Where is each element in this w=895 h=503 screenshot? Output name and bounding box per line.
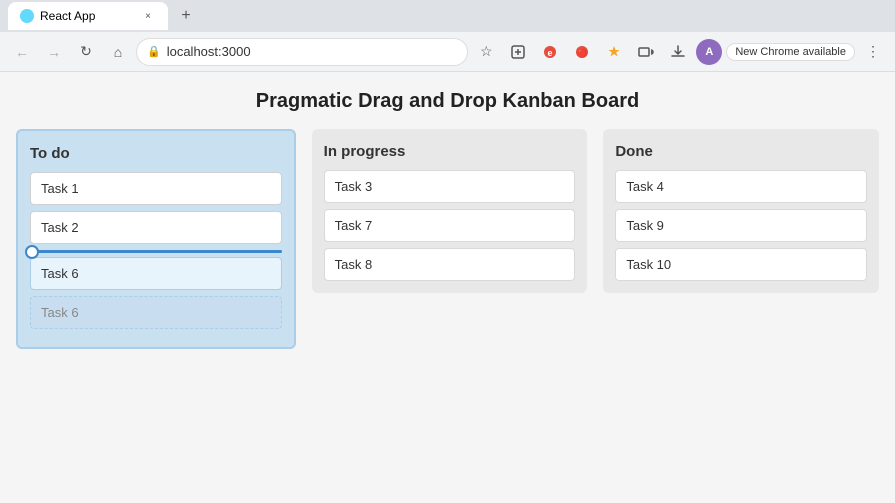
list-item[interactable]: Task 6 (30, 257, 282, 290)
more-options-icon[interactable]: ⋮ (859, 38, 887, 66)
address-text: localhost:3000 (167, 44, 251, 59)
list-item[interactable]: Task 2 (30, 211, 282, 244)
kanban-board: To do Task 1 Task 2 Task 6 Task 6 (0, 129, 895, 365)
task-card-ghost: Task 6 (30, 296, 282, 329)
column-done: Done Task 4 Task 9 Task 10 (603, 129, 879, 293)
svg-text:🔴: 🔴 (577, 48, 587, 58)
download-icon[interactable] (664, 38, 692, 66)
tab-bar: React App × + (0, 0, 895, 32)
list-item[interactable]: Task 4 (615, 170, 867, 203)
list-item[interactable]: Task 1 (30, 172, 282, 205)
column-inprogress-title: In progress (324, 143, 576, 160)
chrome-available-banner[interactable]: New Chrome available (726, 43, 855, 61)
tab-label: React App (40, 9, 95, 23)
browser-toolbar: ← → ↻ ⌂ 🔒 localhost:3000 ☆ e 🔴 (0, 32, 895, 72)
list-item[interactable]: Task 9 (615, 209, 867, 242)
extension-icon4[interactable] (600, 38, 628, 66)
profile-avatar[interactable]: A (696, 39, 722, 65)
extension-icon2[interactable]: e (536, 38, 564, 66)
active-tab[interactable]: React App × (8, 2, 168, 30)
reload-button[interactable]: ↻ (72, 38, 100, 66)
column-inprogress: In progress Task 3 Task 7 Task 8 (312, 129, 588, 293)
address-bar[interactable]: 🔒 localhost:3000 (136, 38, 468, 66)
forward-button[interactable]: → (40, 38, 68, 66)
page-title: Pragmatic Drag and Drop Kanban Board (0, 72, 895, 129)
list-item[interactable]: Task 10 (615, 248, 867, 281)
extension-icon1[interactable] (504, 38, 532, 66)
back-button[interactable]: ← (8, 38, 36, 66)
new-tab-button[interactable]: + (172, 2, 200, 30)
home-button[interactable]: ⌂ (104, 38, 132, 66)
toolbar-right: ☆ e 🔴 A New Chrome available ⋮ (472, 38, 887, 66)
column-done-title: Done (615, 143, 867, 160)
drop-indicator (30, 250, 282, 253)
list-item[interactable]: Task 8 (324, 248, 576, 281)
browser-window: React App × + ← → ↻ ⌂ 🔒 localhost:3000 ☆… (0, 0, 895, 503)
list-item[interactable]: Task 7 (324, 209, 576, 242)
lock-icon: 🔒 (147, 45, 161, 58)
svg-text:e: e (548, 48, 553, 58)
list-item[interactable]: Task 3 (324, 170, 576, 203)
column-todo: To do Task 1 Task 2 Task 6 Task 6 (16, 129, 296, 349)
app-content: Pragmatic Drag and Drop Kanban Board To … (0, 72, 895, 503)
column-todo-title: To do (30, 145, 282, 162)
tab-favicon (20, 9, 34, 23)
bookmark-icon[interactable]: ☆ (472, 38, 500, 66)
extension-icon3[interactable]: 🔴 (568, 38, 596, 66)
cast-icon[interactable] (632, 38, 660, 66)
tab-close-button[interactable]: × (140, 8, 156, 24)
